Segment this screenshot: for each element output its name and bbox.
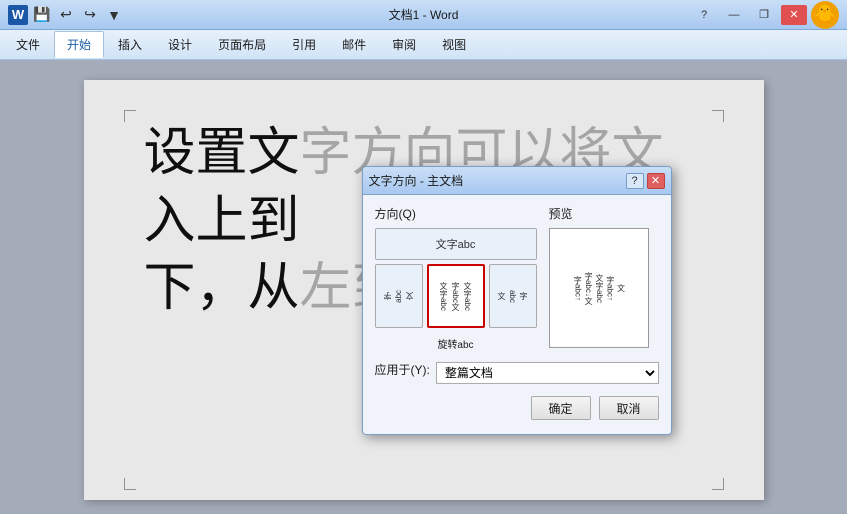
dir-btn-vert-left[interactable]: 字 abc 文	[375, 264, 423, 328]
apply-select[interactable]: 整篇文档	[436, 361, 659, 383]
apply-label: 应用于(Y):	[375, 361, 430, 378]
text-direction-dialog: 文字方向 - 主文档 ? ✕ 方向(Q) 文字abc	[362, 166, 672, 435]
dir-btn-vert-right[interactable]: 文 abc 字	[489, 264, 537, 328]
dialog-title: 文字方向 - 主文档	[369, 172, 464, 189]
dialog-help-button[interactable]: ?	[626, 172, 644, 188]
cancel-button[interactable]: 取消	[599, 396, 659, 420]
tab-view[interactable]: 视图	[430, 32, 478, 57]
preview-label: 预览	[549, 205, 659, 222]
tab-start[interactable]: 开始	[54, 31, 104, 58]
close-button[interactable]: ✕	[781, 5, 807, 25]
dialog-title-bar: 文字方向 - 主文档 ? ✕	[363, 167, 671, 195]
title-bar: W 💾 ↩ ↪ ▼ 文档1 - Word ? — ❐ ✕ 🐥	[0, 0, 847, 30]
document-area: 设置文字方向可以将文入上到 下，从左到右输入。 文字方向 - 主文档 ? ✕ 方…	[0, 60, 847, 514]
customize-button[interactable]: ▼	[104, 5, 124, 25]
tab-insert[interactable]: 插入	[106, 32, 154, 57]
window-title: 文档1 - Word	[389, 6, 459, 23]
confirm-button[interactable]: 确定	[531, 396, 591, 420]
dialog-section: 方向(Q) 文字abc 字 abc	[375, 205, 659, 351]
dialog-title-buttons: ? ✕	[626, 172, 665, 188]
undo-button[interactable]: ↩	[56, 5, 76, 25]
tab-mail[interactable]: 邮件	[330, 32, 378, 57]
tab-layout[interactable]: 页面布局	[206, 32, 278, 57]
title-bar-left: W 💾 ↩ ↪ ▼	[8, 5, 124, 25]
apply-row: 应用于(Y): 整篇文档	[375, 361, 659, 384]
word-logo: W	[8, 5, 28, 25]
ribbon: 文件 开始 插入 设计 页面布局 引用 邮件 审阅 视图	[0, 30, 847, 60]
dir-btn-vert-selected[interactable]: 文字abc 字abc文 文字abc	[427, 264, 485, 328]
save-button[interactable]: 💾	[32, 5, 52, 25]
tab-reference[interactable]: 引用	[280, 32, 328, 57]
dialog-body: 方向(Q) 文字abc 字 abc	[363, 195, 671, 434]
dir-btn-horizontal[interactable]: 文字abc	[375, 228, 537, 260]
tab-review[interactable]: 审阅	[380, 32, 428, 57]
top-right-area: ? — ❐ ✕ 🐥	[691, 1, 839, 29]
direction-section: 方向(Q) 文字abc 字 abc	[375, 205, 537, 351]
direction-label: 方向(Q)	[375, 205, 537, 222]
dialog-close-button[interactable]: ✕	[647, 172, 665, 188]
preview-box: 字abc↑ 字abc↓文 文字abc 字abc↑ 文	[549, 228, 649, 348]
dialog-footer: 确定 取消	[375, 396, 659, 420]
tab-file[interactable]: 文件	[4, 32, 52, 57]
redo-button[interactable]: ↪	[80, 5, 100, 25]
avatar: 🐥	[811, 1, 839, 29]
horizontal-text: 文字abc	[436, 236, 476, 252]
minimize-button[interactable]: —	[721, 5, 747, 25]
selected-dir-label: 旋转abc	[427, 336, 485, 351]
help-button[interactable]: ?	[691, 5, 717, 25]
preview-section: 预览 字abc↑ 字abc↓文 文字abc 字abc↑ 文	[549, 205, 659, 351]
restore-button[interactable]: ❐	[751, 5, 777, 25]
tab-design[interactable]: 设计	[156, 32, 204, 57]
